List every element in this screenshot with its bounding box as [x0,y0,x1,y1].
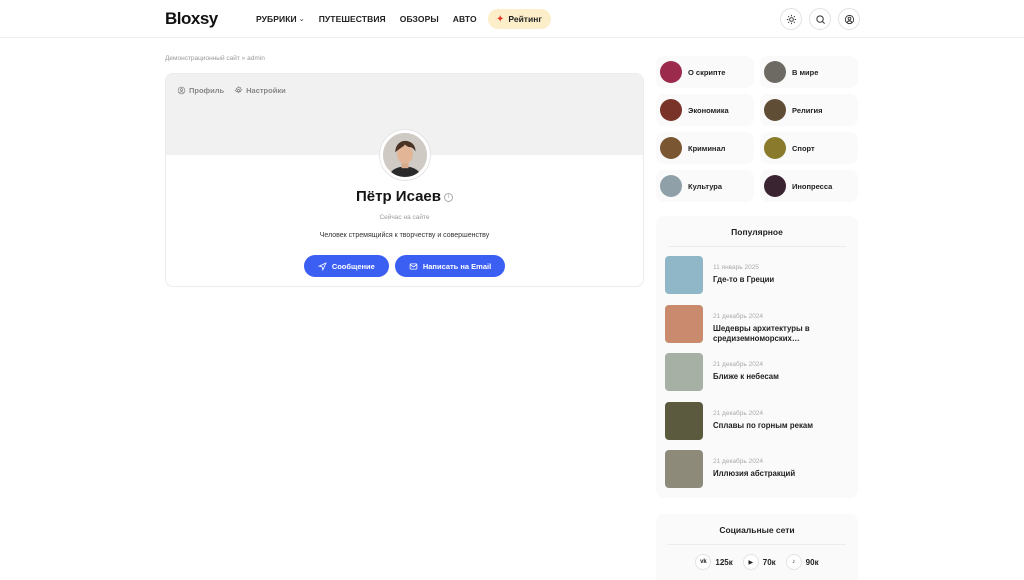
category-thumbnail [764,175,786,197]
social-link-youtube[interactable]: ▶ 70к [742,554,776,570]
send-icon [317,261,327,271]
list-item[interactable]: 21 декабрь 2024 Иллюзия абстракций [665,450,851,499]
header-actions [780,8,860,30]
divider [668,246,846,247]
search-button[interactable] [809,8,831,30]
post-date: 21 декабрь 2024 [713,409,764,417]
category-thumbnail [660,137,682,159]
post-thumbnail[interactable] [665,256,703,294]
category-grid: О скрипте В мире Экономика Религия Крими… [656,56,858,202]
site-logo[interactable]: Bloxsy [165,9,218,29]
mail-icon [409,262,418,270]
social-title: Социальные сети [719,525,795,535]
online-status: Сейчас на сайте [379,214,430,221]
user-icon [844,14,854,24]
post-date: 21 декабрь 2024 [713,361,764,368]
category-thumbnail [660,99,682,121]
social-widget: Социальные сети vk 125к ▶ 70к ♪ 90к [656,514,858,580]
chevron-down-icon: ⌄ [298,16,305,23]
user-icon [177,86,186,95]
nav-item-rubrics[interactable]: РУБРИКИ ⌄ [256,14,305,24]
social-link-vk[interactable]: vk 125к [695,554,733,570]
category-item[interactable]: Культура [656,170,754,202]
nav-item-reviews[interactable]: ОБЗОРЫ [400,14,439,24]
gear-icon [234,86,243,94]
send-message-button[interactable]: Сообщение [303,255,389,277]
search-icon [815,14,825,24]
vk-icon: vk [695,554,712,570]
post-title[interactable]: Сплавы по горным рекам [713,421,833,431]
main-nav: РУБРИКИ ⌄ ПУТЕШЕСТВИЯ ОБЗОРЫ АВТО [256,0,477,38]
profile-card: Профиль Настройки Пётр Исаев i Сейчас на … [165,73,644,287]
theme-toggle-button[interactable] [780,8,802,30]
sparkle-icon: ✦ [496,13,505,25]
post-title[interactable]: Шедевры архитектуры в средиземноморских… [713,324,833,344]
list-item[interactable]: 21 декабрь 2024 Шедевры архитектуры в сре… [665,304,851,354]
avatar [380,130,430,180]
category-item[interactable]: Инопресса [760,170,858,202]
post-date: 11 январь 2025 [713,264,759,271]
post-date: 21 декабрь 2024 [713,312,764,320]
nav-item-auto[interactable]: АВТО [453,14,477,24]
list-item[interactable]: 21 декабрь 2024 Ближе к небесам [665,353,851,402]
profile-bio: Человек стремящийся к творчеству и совер… [319,232,490,239]
breadcrumb[interactable]: Демонстрационный сайт » admin [165,55,265,62]
category-item[interactable]: О скрипте [656,56,754,88]
category-thumbnail [764,137,786,159]
category-item[interactable]: Криминал [656,132,754,164]
profile-tabs: Профиль Настройки [177,86,286,95]
category-thumbnail [660,61,682,83]
post-thumbnail[interactable] [665,401,703,440]
tiktok-icon: ♪ [785,554,802,570]
list-item[interactable]: 11 январь 2025 Где-то в Греции [665,256,851,305]
person-photo [383,133,427,177]
profile-name: Пётр Исаев i [166,188,643,205]
popular-list: 11 январь 2025 Где-то в Греции 21 декабрь… [665,256,851,499]
post-date: 21 декабрь 2024 [713,458,764,465]
category-thumbnail [660,175,682,197]
sun-icon [786,14,796,24]
category-item[interactable]: Религия [760,94,858,126]
social-link-tiktok[interactable]: ♪ 90к [785,554,819,570]
post-thumbnail[interactable] [665,450,703,488]
divider [668,544,846,545]
popular-title: Популярное [731,227,783,237]
info-icon[interactable]: i [444,193,453,202]
category-item[interactable]: В мире [760,56,858,88]
site-header: Bloxsy РУБРИКИ ⌄ ПУТЕШЕСТВИЯ ОБЗОРЫ АВТО… [0,0,1024,38]
post-title[interactable]: Ближе к небесам [713,372,833,382]
nav-item-travel[interactable]: ПУТЕШЕСТВИЯ [319,14,386,24]
tab-profile[interactable]: Профиль [177,86,224,95]
youtube-icon: ▶ [742,554,759,570]
post-thumbnail[interactable] [665,304,703,343]
tab-settings[interactable]: Настройки [234,86,286,95]
category-item[interactable]: Экономика [656,94,754,126]
social-links: vk 125к ▶ 70к ♪ 90к [656,554,858,570]
popular-widget: Популярное 11 январь 2025 Где-то в Греции… [656,216,858,498]
profile-actions: Сообщение Написать на Email [166,255,643,277]
category-item[interactable]: Спорт [760,132,858,164]
account-button[interactable] [838,8,860,30]
post-title[interactable]: Иллюзия абстракций [713,469,833,479]
post-title[interactable]: Где-то в Греции [713,275,833,285]
category-thumbnail [764,99,786,121]
category-thumbnail [764,61,786,83]
list-item[interactable]: 21 декабрь 2024 Сплавы по горным рекам [665,401,851,451]
email-button[interactable]: Написать на Email [394,255,506,277]
post-thumbnail[interactable] [665,353,703,391]
rating-button[interactable]: ✦ Рейтинг [488,9,551,29]
